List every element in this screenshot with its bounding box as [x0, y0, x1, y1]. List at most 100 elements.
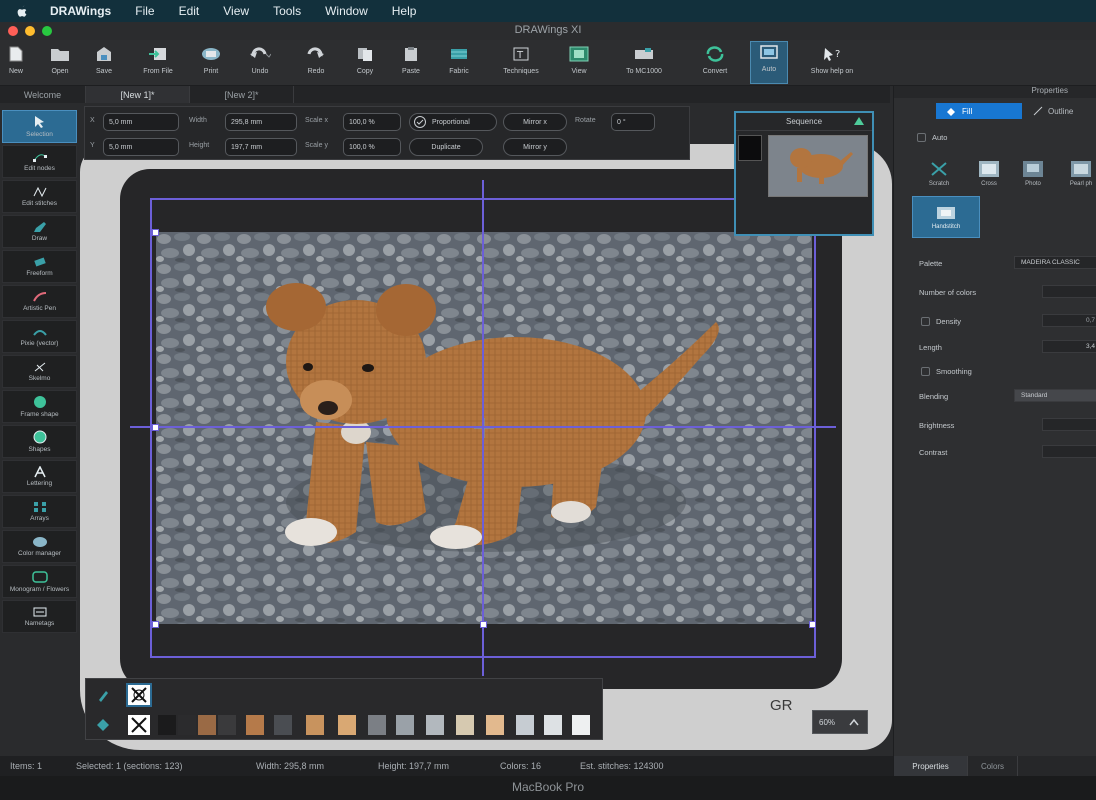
from-file-button[interactable]: From File: [136, 44, 180, 82]
menu-edit[interactable]: Edit: [179, 4, 200, 18]
collapse-triangle-icon[interactable]: [854, 117, 864, 125]
tool-pixie[interactable]: Pixie (vector): [2, 320, 77, 353]
height-field[interactable]: 197,7 mm: [225, 138, 297, 156]
tool-draw[interactable]: Draw: [2, 215, 77, 248]
tab-outline[interactable]: Outline: [1022, 103, 1083, 119]
palette-swatch[interactable]: [338, 715, 356, 735]
tool-nametags[interactable]: Nametags: [2, 600, 77, 633]
paste-button[interactable]: Paste: [396, 44, 426, 82]
palette-select[interactable]: MADEIRA CLASSIC: [1014, 256, 1096, 269]
tool-lettering[interactable]: Lettering: [2, 460, 77, 493]
tool-artistic-pen[interactable]: Artistic Pen: [2, 285, 77, 318]
stitch-type-pearl[interactable]: Pearl ph: [1060, 160, 1096, 187]
resize-handle-tl[interactable]: [152, 229, 159, 236]
blending-select[interactable]: Standard: [1014, 389, 1096, 402]
print-button[interactable]: Print: [196, 44, 226, 82]
stitch-type-scratch[interactable]: Scratch: [918, 160, 960, 187]
tool-shapes[interactable]: Shapes: [2, 425, 77, 458]
smoothing-checkbox[interactable]: [921, 367, 930, 376]
scale-x-field[interactable]: 100,0 %: [343, 113, 401, 131]
palette-swatch[interactable]: [218, 715, 236, 735]
palette-swatch[interactable]: [572, 715, 590, 735]
sequence-color-swatch[interactable]: [738, 135, 762, 161]
tool-edit-stitches[interactable]: Edit stitches: [2, 180, 77, 213]
selection-frame[interactable]: [150, 198, 816, 658]
auto-checkbox[interactable]: [917, 133, 926, 142]
resize-handle-bl[interactable]: [152, 621, 159, 628]
resize-handle-br[interactable]: [809, 621, 816, 628]
zoom-control[interactable]: 60%: [812, 710, 868, 734]
stitch-type-photo[interactable]: Photo: [1012, 160, 1054, 187]
tool-skelmo[interactable]: Skelmo: [2, 355, 77, 388]
brightness-slider[interactable]: [1042, 418, 1096, 431]
tool-arrays[interactable]: Arrays: [2, 495, 77, 528]
mirror-y-button[interactable]: Mirror y: [503, 138, 567, 156]
menu-help[interactable]: Help: [392, 4, 417, 18]
convert-button[interactable]: Convert: [694, 44, 736, 82]
palette-swatch[interactable]: [158, 715, 176, 735]
palette-swatch[interactable]: [274, 715, 292, 735]
redo-button[interactable]: Redo: [296, 44, 336, 82]
scale-y-field[interactable]: 100,0 %: [343, 138, 401, 156]
send-to-machine-button[interactable]: To MC1000: [612, 44, 676, 82]
tool-edit-nodes[interactable]: Edit nodes: [2, 145, 77, 178]
apple-icon[interactable]: [14, 4, 30, 18]
density-checkbox[interactable]: [921, 317, 930, 326]
width-field[interactable]: 295,8 mm: [225, 113, 297, 131]
tab-properties[interactable]: Properties: [894, 756, 968, 776]
menu-tools[interactable]: Tools: [273, 4, 301, 18]
fill-color-none[interactable]: [128, 715, 150, 735]
show-help-button[interactable]: ? Show help on: [800, 44, 864, 82]
palette-swatch[interactable]: [306, 715, 324, 735]
tab-new-1[interactable]: [New 1]*: [86, 86, 190, 103]
chevron-up-icon[interactable]: [849, 718, 859, 726]
copy-button[interactable]: Copy: [350, 44, 380, 82]
outline-color-none[interactable]: [126, 683, 152, 707]
palette-swatch[interactable]: [426, 715, 444, 735]
open-button[interactable]: Open: [44, 44, 76, 82]
palette-swatch[interactable]: [544, 715, 562, 735]
tool-color-manager[interactable]: Color manager: [2, 530, 77, 563]
eyedropper-icon[interactable]: [96, 685, 110, 703]
undo-button[interactable]: Undo: [240, 44, 280, 82]
mirror-x-button[interactable]: Mirror x: [503, 113, 567, 131]
view-button[interactable]: View: [562, 44, 596, 82]
length-field[interactable]: 3,4: [1042, 340, 1096, 353]
palette-swatch[interactable]: [396, 715, 414, 735]
tab-welcome[interactable]: Welcome: [0, 86, 86, 103]
duplicate-button[interactable]: Duplicate: [409, 138, 483, 156]
menu-file[interactable]: File: [135, 4, 154, 18]
menu-app-name[interactable]: DRAWings: [50, 4, 111, 18]
fabric-button[interactable]: Fabric: [442, 44, 476, 82]
resize-handle-bottom[interactable]: [480, 621, 487, 628]
menu-view[interactable]: View: [223, 4, 249, 18]
tab-colors[interactable]: Colors: [968, 756, 1018, 776]
palette-swatch[interactable]: [368, 715, 386, 735]
save-button[interactable]: Save: [88, 44, 120, 82]
tool-monogram[interactable]: Monogram / Flowers: [2, 565, 77, 598]
tab-new-2[interactable]: [New 2]*: [190, 86, 294, 103]
menu-window[interactable]: Window: [325, 4, 368, 18]
new-button[interactable]: New: [4, 44, 28, 82]
rotate-field[interactable]: 0 °: [611, 113, 655, 131]
techniques-button[interactable]: T Techniques: [494, 44, 548, 82]
density-field[interactable]: 0,7: [1042, 314, 1096, 327]
stitch-type-cross[interactable]: Cross: [968, 160, 1010, 187]
palette-swatch[interactable]: [178, 715, 196, 735]
contrast-slider[interactable]: [1042, 445, 1096, 458]
sequence-thumbnail[interactable]: [768, 135, 868, 197]
tool-freeform[interactable]: Freeform: [2, 250, 77, 283]
palette-swatch[interactable]: [456, 715, 474, 735]
auto-button[interactable]: Auto: [750, 41, 788, 84]
resize-handle-left[interactable]: [152, 424, 159, 431]
y-position-field[interactable]: 5,0 mm: [103, 138, 179, 156]
palette-swatch[interactable]: [486, 715, 504, 735]
palette-swatch[interactable]: [516, 715, 534, 735]
tab-fill[interactable]: Fill: [936, 103, 1022, 119]
palette-swatch[interactable]: [246, 715, 264, 735]
stitch-type-handstitch[interactable]: Handstitch: [912, 196, 980, 238]
tool-frame-shape[interactable]: Frame shape: [2, 390, 77, 423]
palette-swatch[interactable]: [198, 715, 216, 735]
num-colors-field[interactable]: [1042, 285, 1096, 298]
sequence-header[interactable]: Sequence: [736, 113, 872, 131]
